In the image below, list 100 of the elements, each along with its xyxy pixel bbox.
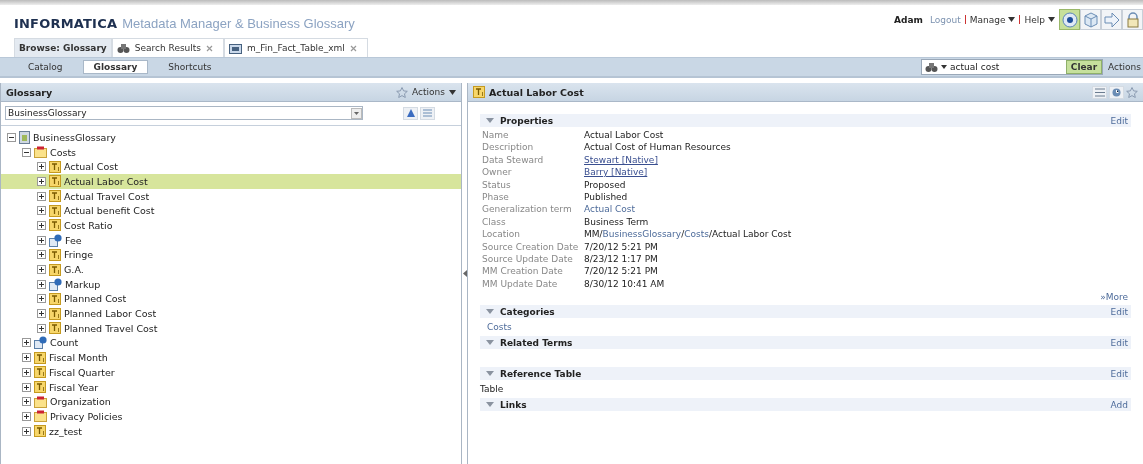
section-action-link[interactable]: Edit (1110, 337, 1128, 348)
expander-icon[interactable] (37, 162, 46, 172)
expander-icon[interactable] (22, 382, 31, 392)
tab[interactable]: Browse: Glossary (14, 38, 112, 57)
property-link[interactable]: Costs (684, 228, 709, 241)
glossary-dropdown[interactable]: BusinessGlossary (5, 106, 363, 120)
property-link[interactable]: BusinessGlossary (602, 228, 682, 241)
tree-item[interactable]: G.A. (1, 262, 461, 277)
expander-icon[interactable] (37, 265, 46, 275)
tree-item[interactable]: Fringe (1, 247, 461, 263)
eye-mode-button[interactable] (1059, 9, 1080, 30)
term-icon (49, 204, 61, 217)
expander-icon[interactable] (22, 338, 31, 348)
tree-item[interactable]: zz_test (1, 423, 461, 439)
collapse-handle-icon[interactable] (462, 270, 467, 277)
collapse-icon[interactable] (486, 118, 494, 123)
nav-tab[interactable]: Glossary (82, 60, 149, 74)
property-value: 8/23/12 1:17 PM (584, 253, 658, 266)
expander-icon[interactable] (37, 220, 46, 230)
expander-icon[interactable] (37, 323, 46, 333)
star-icon[interactable] (1126, 86, 1138, 98)
tree-item[interactable]: Costs (1, 144, 461, 160)
section-header[interactable]: Links Add (480, 398, 1131, 412)
property-label: Owner (482, 166, 513, 179)
tree-item[interactable]: Cost Ratio (1, 218, 461, 233)
search-field[interactable]: actual cost Clear (921, 59, 1104, 75)
details-view-button[interactable] (1092, 85, 1107, 99)
expander-icon[interactable] (7, 132, 16, 142)
tree-item[interactable]: Planned Labor Cost (1, 306, 461, 321)
collapse-icon[interactable] (486, 402, 494, 408)
caret-icon (941, 65, 948, 69)
tree-item[interactable]: Organization (1, 394, 461, 410)
tree-item[interactable]: Count (1, 335, 461, 351)
term-icon (34, 366, 46, 379)
book-icon (19, 130, 30, 144)
clear-button[interactable]: Clear (1065, 60, 1103, 74)
collapse-icon[interactable] (486, 371, 494, 377)
expander-icon[interactable] (22, 353, 31, 363)
sort-button[interactable] (403, 106, 418, 120)
expander-icon[interactable] (37, 176, 46, 186)
tree-item[interactable]: Actual Cost (1, 159, 461, 175)
section-header[interactable]: Properties Edit (480, 114, 1131, 127)
tree-item[interactable]: Privacy Policies (1, 409, 461, 424)
collapse-icon[interactable] (486, 309, 494, 315)
section-action-link[interactable]: Edit (1110, 306, 1128, 317)
section-action-link[interactable]: Edit (1110, 368, 1128, 379)
nav-tab[interactable]: Catalog (18, 60, 73, 74)
tab[interactable]: Search Results (111, 38, 225, 57)
tree-item[interactable]: Actual Labor Cost (1, 174, 461, 189)
expander-icon[interactable] (37, 235, 46, 245)
expander-icon[interactable] (37, 250, 46, 260)
tree-item[interactable]: Fee (1, 232, 461, 248)
tree-item[interactable]: Planned Travel Cost (1, 320, 461, 336)
property-value: /Actual Labor Cost (708, 228, 792, 241)
expander-icon[interactable] (37, 279, 46, 289)
tree-item[interactable]: Planned Cost (1, 291, 461, 307)
actions-menu[interactable]: Actions (1108, 62, 1141, 72)
tree-item[interactable]: Fiscal Month (1, 350, 461, 365)
property-label: Location (482, 228, 522, 241)
tree-item[interactable]: Actual Travel Cost (1, 188, 461, 204)
property-label: Class (482, 215, 507, 229)
close-icon[interactable] (206, 44, 214, 52)
arrow-mode-button[interactable] (1101, 9, 1122, 30)
tree-item[interactable]: Fiscal Quarter (1, 365, 461, 380)
category-link[interactable]: Costs (487, 321, 512, 332)
tab[interactable]: m_Fin_Fact_Table_xml (224, 38, 368, 57)
expander-icon[interactable] (22, 411, 31, 421)
property-value: Actual Cost of Human Resources (584, 141, 731, 154)
section-header[interactable]: Categories Edit (480, 305, 1131, 319)
section-header[interactable]: Reference Table Edit (480, 367, 1131, 381)
app-title: Metadata Manager & Business Glossary (122, 16, 355, 31)
expander-icon[interactable] (22, 147, 31, 157)
section-header[interactable]: Related Terms Edit (480, 336, 1131, 350)
edit-link[interactable]: Edit (1110, 115, 1128, 126)
expander-icon[interactable] (22, 397, 31, 407)
property-link[interactable]: Barry [Native] (584, 166, 648, 179)
clock-button[interactable] (1109, 85, 1124, 99)
property-label: Source Update Date (482, 253, 574, 266)
actions-menu[interactable]: Actions (396, 86, 456, 98)
expander-icon[interactable] (37, 191, 46, 201)
expander-icon[interactable] (37, 294, 46, 304)
expander-icon[interactable] (22, 367, 31, 377)
expander-icon[interactable] (37, 206, 46, 216)
tree-item[interactable]: Fiscal Year (1, 379, 461, 395)
tree-item[interactable]: Actual benefit Cost (1, 203, 461, 219)
menu-link[interactable]: Manage (969, 14, 1016, 25)
property-link[interactable]: Stewart [Native] (584, 153, 658, 167)
term-icon (49, 292, 61, 305)
close-icon[interactable] (349, 44, 357, 52)
section-action-link[interactable]: Add (1110, 399, 1128, 410)
expander-icon[interactable] (22, 426, 31, 436)
property-link[interactable]: Actual Cost (584, 203, 636, 216)
nav-tab[interactable]: Shortcuts (158, 60, 222, 74)
collapse-icon[interactable] (486, 340, 494, 346)
tree-item[interactable]: Markup (1, 276, 461, 292)
lock-mode-button[interactable] (1122, 9, 1143, 30)
menu-link[interactable]: Help (1024, 14, 1055, 25)
expander-icon[interactable] (37, 309, 46, 319)
more-link[interactable]: »More (1100, 292, 1128, 303)
tree-item[interactable]: BusinessGlossary (1, 130, 461, 145)
